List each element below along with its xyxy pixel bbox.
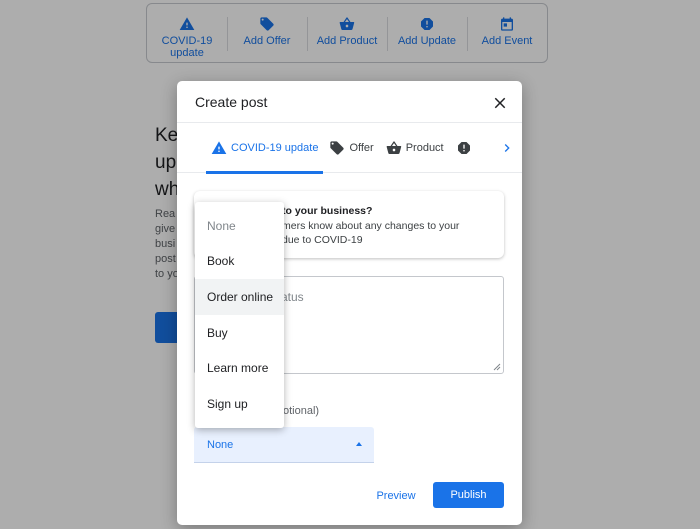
publish-button[interactable]: Publish xyxy=(433,482,504,508)
close-button[interactable] xyxy=(490,93,510,113)
tab-offer[interactable]: Offer xyxy=(323,123,379,173)
preview-button[interactable]: Preview xyxy=(369,483,423,509)
resize-grip-icon[interactable] xyxy=(493,363,501,371)
action-button-menu: None Book Order online Buy Learn more Si… xyxy=(195,202,284,428)
dialog-title: Create post xyxy=(195,93,268,110)
menu-item-buy[interactable]: Buy xyxy=(195,315,284,351)
info-card-line2: due to COVID-19 xyxy=(282,234,363,246)
dialog-header: Create post xyxy=(177,81,522,123)
tab-covid-label: COVID-19 update xyxy=(231,141,319,154)
info-card-line1: mers know about any changes to your xyxy=(282,219,460,232)
tab-offer-label: Offer xyxy=(349,141,374,154)
select-value: None xyxy=(207,438,234,451)
menu-item-book[interactable]: Book xyxy=(195,244,284,280)
add-button-label-text: otional) xyxy=(283,405,320,417)
tab-update[interactable] xyxy=(450,123,482,173)
tabs-next-button[interactable] xyxy=(498,139,516,157)
alert-icon xyxy=(457,141,470,154)
tab-product[interactable]: Product xyxy=(380,123,450,173)
caret-up-icon xyxy=(356,442,362,446)
tab-covid-update[interactable]: COVID-19 update xyxy=(206,123,324,174)
menu-item-learn-more[interactable]: Learn more xyxy=(195,350,284,386)
tab-product-label: Product xyxy=(405,141,444,154)
menu-item-sign-up[interactable]: Sign up xyxy=(195,386,284,422)
close-icon xyxy=(494,97,506,109)
info-card-title: to your business? xyxy=(282,205,373,217)
warning-icon xyxy=(211,140,227,154)
post-type-tabs: COVID-19 update Offer Product xyxy=(177,123,522,174)
menu-item-none[interactable]: None xyxy=(195,208,284,244)
basket-icon xyxy=(386,140,401,154)
tag-icon xyxy=(330,140,345,155)
action-button-select[interactable]: None xyxy=(194,427,374,463)
chevron-right-icon xyxy=(504,144,510,152)
menu-item-order-online[interactable]: Order online xyxy=(195,279,284,315)
